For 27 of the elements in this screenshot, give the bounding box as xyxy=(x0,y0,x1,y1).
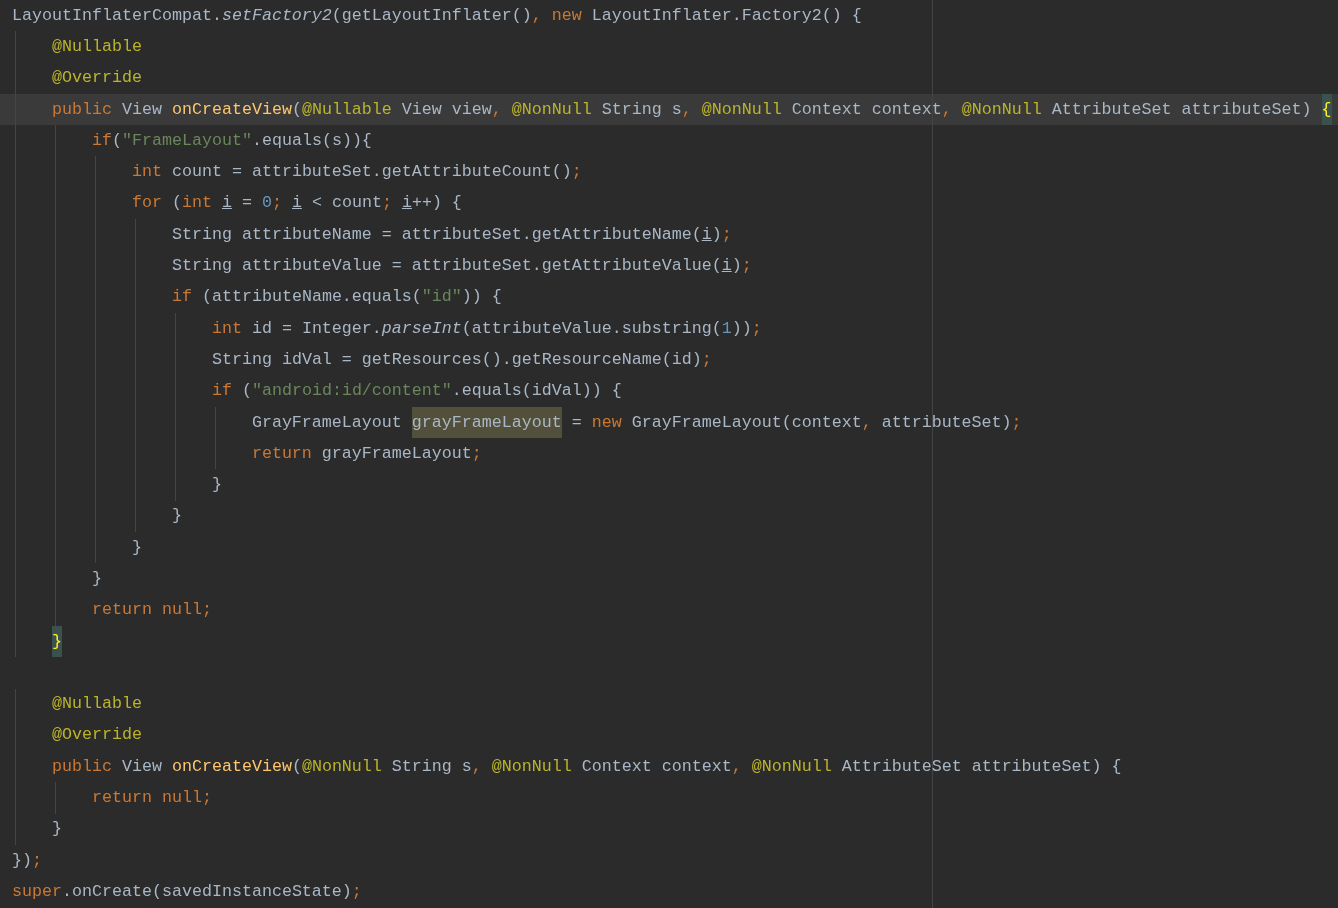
code-line: @Override xyxy=(52,724,142,747)
code-line: @Nullable xyxy=(52,35,142,58)
code-line: if("FrameLayout".equals(s)){ xyxy=(91,129,372,152)
code-line: super.onCreate(savedInstanceState); xyxy=(12,880,362,903)
code-line: } xyxy=(211,474,222,497)
code-line: }); xyxy=(12,849,42,872)
code-line: if ("android:id/content".equals(idVal)) { xyxy=(211,380,622,403)
code-line: public View onCreateView(@Nullable View view, @NonNull String s, @NonNull Context context, @NonNull AttributeSet attributeSet) { xyxy=(52,94,1332,126)
code-line: return null; xyxy=(91,599,212,622)
code-line: @Nullable xyxy=(52,693,142,716)
code-line: } xyxy=(131,536,142,559)
code-line: for (int i = 0; i < count; i++) { xyxy=(131,192,462,215)
code-line: } xyxy=(91,568,102,590)
code-line: String idVal = getResources().getResourceName(id); xyxy=(211,348,712,371)
code-line: int count = attributeSet.getAttributeCount(); xyxy=(131,161,582,184)
code-line: if (attributeName.equals("id")) { xyxy=(171,286,502,309)
code-line: public View onCreateView(@NonNull String s, @NonNull Context context, @NonNull AttributeSet attributeSet) { xyxy=(52,755,1122,778)
code-line: int id = Integer.parseInt(attributeValue.substring(1)); xyxy=(211,317,762,340)
code-line: } xyxy=(171,505,182,528)
code-line: } xyxy=(52,818,62,841)
code-line: return grayFrameLayout; xyxy=(251,442,482,465)
code-line: String attributeValue = attributeSet.getAttributeValue(i); xyxy=(171,255,752,277)
code-line: GrayFrameLayout grayFrameLayout = new GrayFrameLayout(context, attributeSet); xyxy=(251,407,1022,438)
code-line: return null; xyxy=(91,787,212,810)
code-line: String attributeName = attributeSet.getAttributeName(i); xyxy=(171,223,732,246)
code-line: @Override xyxy=(52,67,142,90)
code-line: LayoutInflaterCompat.setFactory2(getLayoutInflater(), new LayoutInflater.Factory2() { xyxy=(12,4,862,27)
